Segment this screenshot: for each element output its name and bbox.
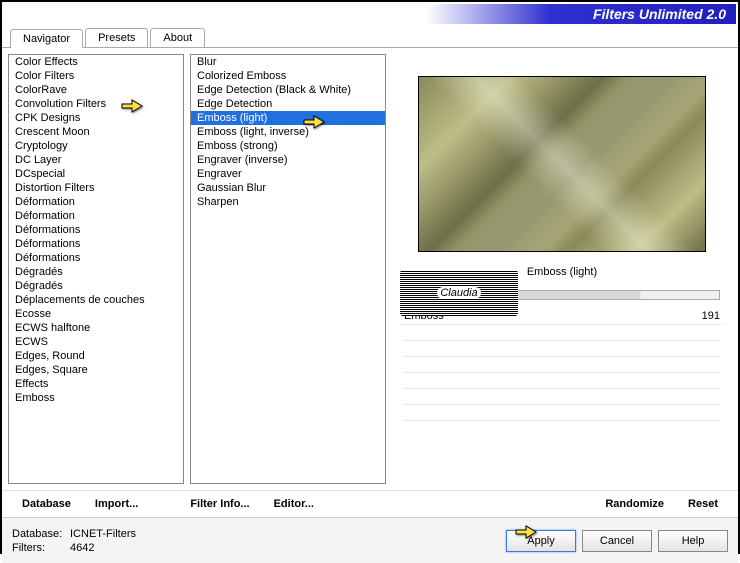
- category-item[interactable]: Dégradés: [9, 279, 183, 293]
- toolbar: Database Import... Filter Info... Editor…: [2, 490, 738, 517]
- filter-item[interactable]: Gaussian Blur: [191, 181, 385, 195]
- category-item[interactable]: CPK Designs: [9, 111, 183, 125]
- category-item[interactable]: Déformation: [9, 209, 183, 223]
- import-button[interactable]: Import...: [85, 495, 148, 513]
- blank-row: [404, 405, 720, 421]
- footer-info: Database:ICNET-Filters Filters:4642: [12, 527, 136, 555]
- filter-item[interactable]: Engraver: [191, 167, 385, 181]
- category-item[interactable]: Edges, Round: [9, 349, 183, 363]
- preview-image: [418, 76, 706, 252]
- db-label: Database:: [12, 527, 70, 541]
- tab-presets[interactable]: Presets: [85, 28, 148, 47]
- category-item[interactable]: Dégradés: [9, 265, 183, 279]
- db-value: ICNET-Filters: [70, 528, 136, 540]
- category-item[interactable]: Cryptology: [9, 139, 183, 153]
- category-item[interactable]: Crescent Moon: [9, 125, 183, 139]
- filters-label: Filters:: [12, 541, 70, 555]
- cancel-button[interactable]: Cancel: [582, 530, 652, 552]
- category-item[interactable]: Ecosse: [9, 307, 183, 321]
- category-item[interactable]: ECWS halftone: [9, 321, 183, 335]
- watermark: Claudia: [400, 270, 518, 316]
- category-item[interactable]: Déformations: [9, 237, 183, 251]
- filter-info-button[interactable]: Filter Info...: [180, 495, 259, 513]
- filter-item[interactable]: Edge Detection: [191, 97, 385, 111]
- blank-row: [404, 357, 720, 373]
- filter-item[interactable]: Blur: [191, 55, 385, 69]
- category-item[interactable]: Convolution Filters: [9, 97, 183, 111]
- category-item[interactable]: Déformations: [9, 223, 183, 237]
- category-item[interactable]: Color Filters: [9, 69, 183, 83]
- main-area: Color EffectsColor FiltersColorRaveConvo…: [2, 48, 738, 490]
- filter-item[interactable]: Engraver (inverse): [191, 153, 385, 167]
- tab-about[interactable]: About: [150, 28, 205, 47]
- category-item[interactable]: Distortion Filters: [9, 181, 183, 195]
- category-item[interactable]: Déplacements de couches: [9, 293, 183, 307]
- editor-button[interactable]: Editor...: [264, 495, 324, 513]
- blank-row: [404, 325, 720, 341]
- blank-row: [404, 341, 720, 357]
- filter-item[interactable]: Sharpen: [191, 195, 385, 209]
- footer: Database:ICNET-Filters Filters:4642 Appl…: [2, 517, 738, 563]
- category-item[interactable]: DC Layer: [9, 153, 183, 167]
- category-list[interactable]: Color EffectsColor FiltersColorRaveConvo…: [8, 54, 184, 484]
- filter-item[interactable]: Emboss (strong): [191, 139, 385, 153]
- category-item[interactable]: ColorRave: [9, 83, 183, 97]
- reset-button[interactable]: Reset: [678, 495, 728, 513]
- database-button[interactable]: Database: [12, 495, 81, 513]
- filter-list[interactable]: BlurColorized EmbossEdge Detection (Blac…: [190, 54, 386, 484]
- category-item[interactable]: Edges, Square: [9, 363, 183, 377]
- help-button[interactable]: Help: [658, 530, 728, 552]
- category-item[interactable]: Emboss: [9, 391, 183, 405]
- filter-item[interactable]: Emboss (light, inverse): [191, 125, 385, 139]
- footer-buttons: Apply Cancel Help: [506, 530, 728, 552]
- filter-item[interactable]: Colorized Emboss: [191, 69, 385, 83]
- category-item[interactable]: Déformations: [9, 251, 183, 265]
- category-item[interactable]: Déformation: [9, 195, 183, 209]
- tab-navigator[interactable]: Navigator: [10, 29, 83, 48]
- tabs-row: Navigator Presets About: [2, 28, 738, 48]
- filters-value: 4642: [70, 542, 94, 554]
- apply-button[interactable]: Apply: [506, 530, 576, 552]
- blank-row: [404, 373, 720, 389]
- category-item[interactable]: Effects: [9, 377, 183, 391]
- param-value: 191: [702, 310, 720, 322]
- category-item[interactable]: ECWS: [9, 335, 183, 349]
- dialog-header: Filters Unlimited 2.0: [2, 2, 738, 24]
- category-item[interactable]: Color Effects: [9, 55, 183, 69]
- filter-item[interactable]: Emboss (light): [191, 111, 385, 125]
- preview-panel: Emboss (light) Emboss 191: [392, 54, 732, 484]
- app-title: Filters Unlimited 2.0: [426, 4, 736, 24]
- randomize-button[interactable]: Randomize: [595, 495, 674, 513]
- blank-row: [404, 389, 720, 405]
- filter-item[interactable]: Edge Detection (Black & White): [191, 83, 385, 97]
- category-item[interactable]: DCspecial: [9, 167, 183, 181]
